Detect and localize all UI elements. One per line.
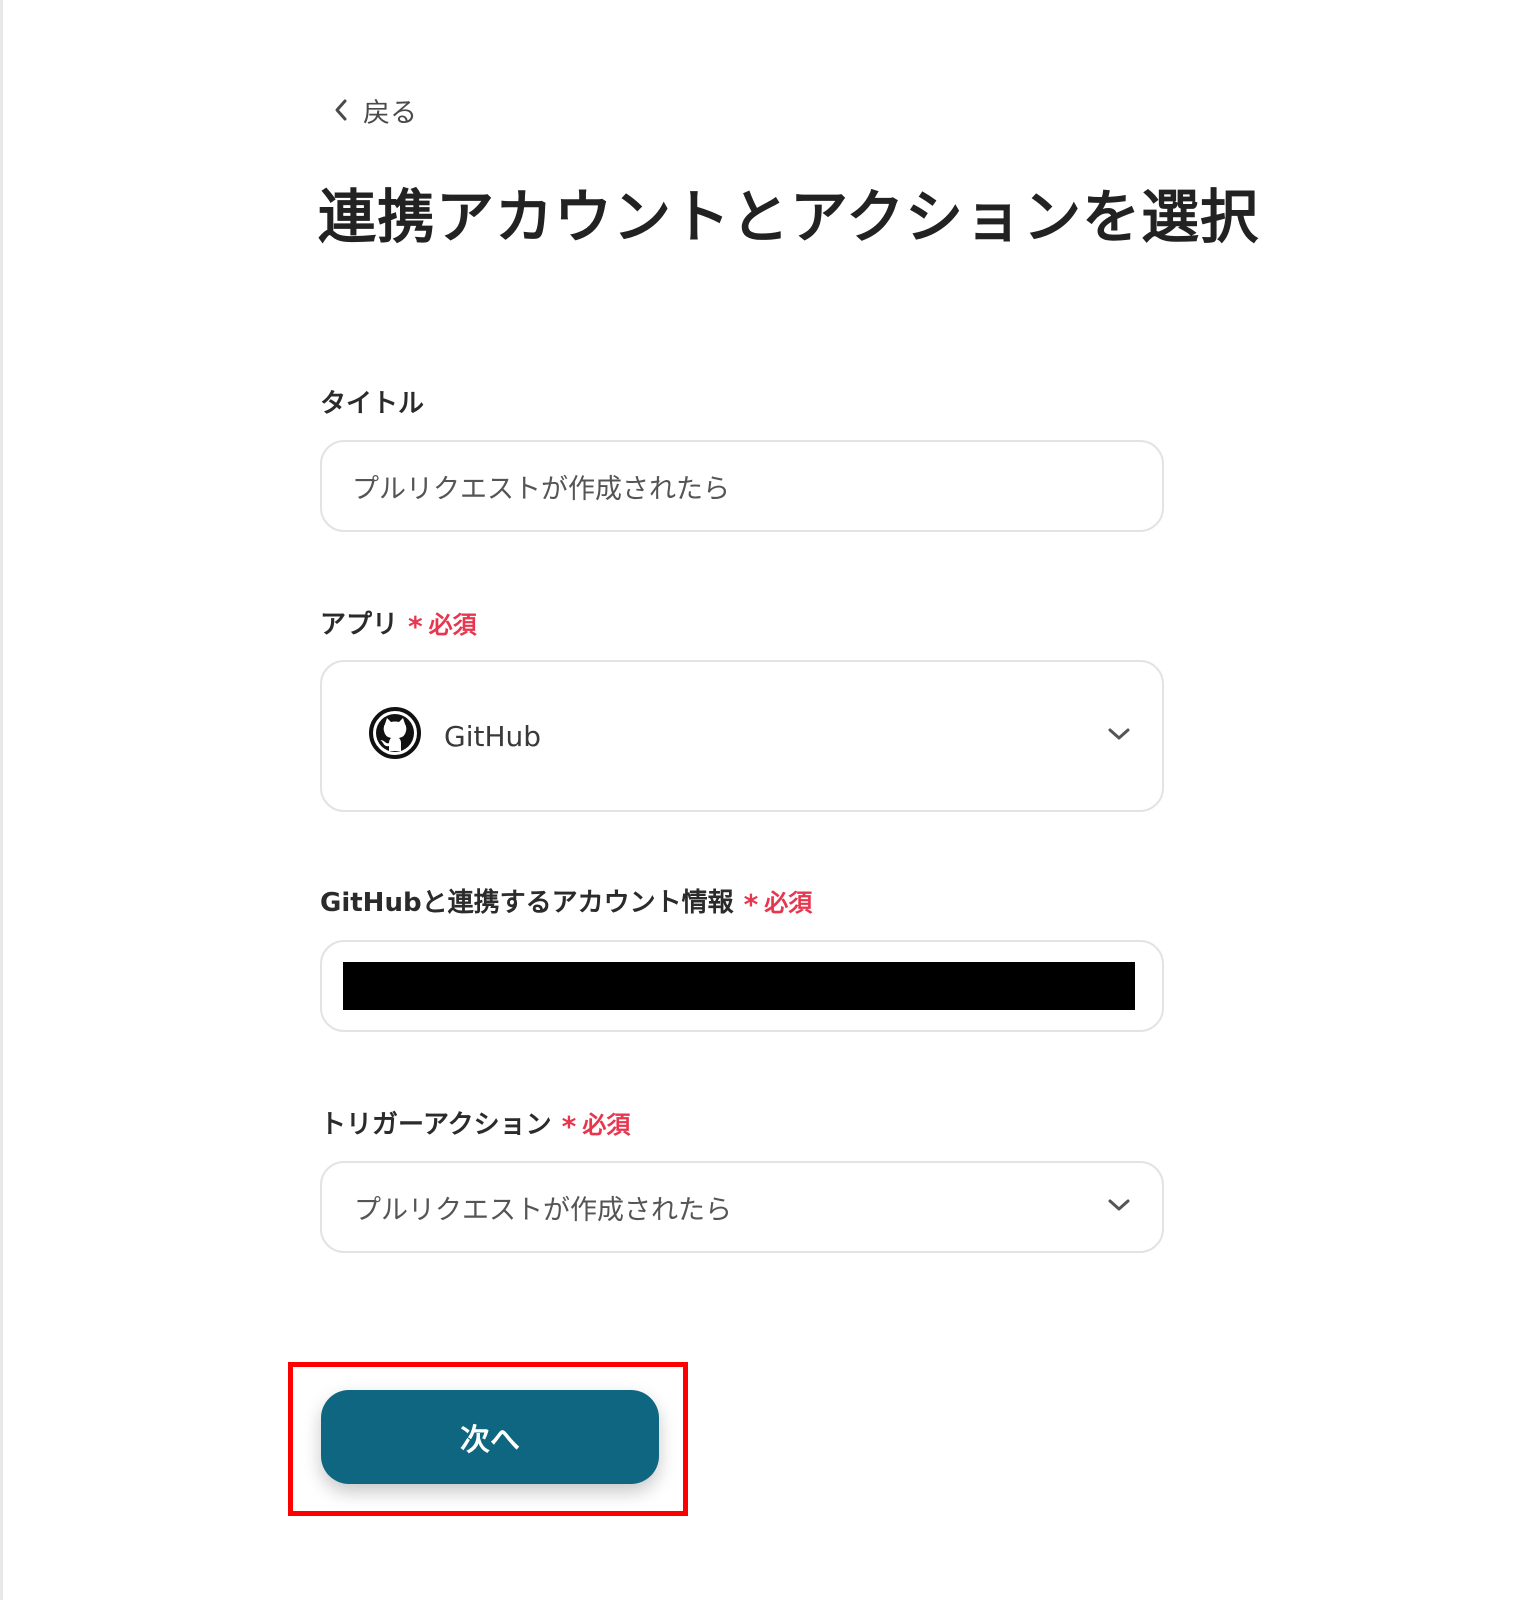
app-field-label: アプリ * 必須 [320,604,477,641]
title-field [320,440,1164,532]
back-link-label: 戻る [363,97,417,129]
account-field-label: GitHubと連携するアカウント情報 * 必須 [320,882,812,919]
github-icon [368,706,422,767]
title-field-label-text: タイトル [320,389,425,419]
required-text: 必須 [582,1111,631,1139]
required-star: * [408,609,423,643]
title-input[interactable] [352,442,1112,530]
app-select[interactable]: GitHub [320,660,1164,812]
account-field-label-text: GitHubと連携するアカウント情報 [320,888,734,918]
left-edge-divider [0,0,3,1600]
required-star: * [743,887,759,921]
redacted-account-value [343,962,1135,1010]
required-text: 必須 [764,889,813,917]
title-field-label: タイトル [320,383,424,420]
page-title: 連携アカウントとアクションを選択 [318,183,1260,251]
required-text: 必須 [428,611,477,639]
trigger-field-label-text: トリガーアクション [320,1110,552,1140]
trigger-select[interactable]: プルリクエストが作成されたら [320,1161,1164,1253]
trigger-select-text: プルリクエストが作成されたら [354,1194,732,1226]
app-select-value: GitHub [368,662,541,810]
app-field-label-text: アプリ [320,610,399,640]
chevron-left-icon [333,97,349,123]
back-link[interactable]: 戻る [333,92,417,129]
chevron-down-icon [1106,1197,1132,1217]
next-button[interactable]: 次へ [321,1390,659,1484]
required-marker: * 必須 [744,883,813,918]
required-star: * [561,1109,577,1143]
required-marker: * 必須 [562,1105,631,1140]
trigger-field-label: トリガーアクション * 必須 [320,1104,630,1141]
account-field[interactable] [320,940,1164,1032]
required-marker: * 必須 [408,605,477,640]
chevron-down-icon [1106,726,1132,746]
app-select-text: GitHub [444,719,542,753]
